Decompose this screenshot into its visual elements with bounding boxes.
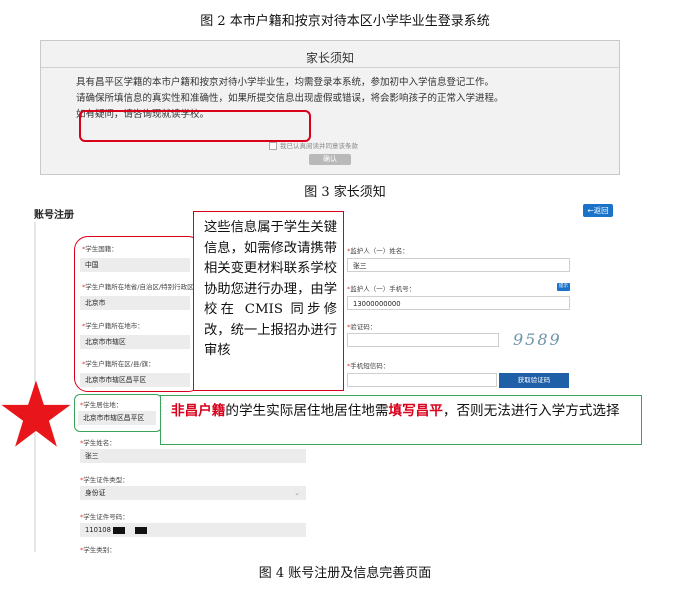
notice-title: 家长须知 xyxy=(305,51,354,65)
field-label-id-number: *学生证件号码： xyxy=(80,513,129,521)
agree-checkbox[interactable]: 我已认真阅读并同意该条款 xyxy=(269,140,358,150)
field-label-student-category: *学生类别： xyxy=(80,546,116,554)
confirm-button[interactable]: 确认 xyxy=(309,154,351,165)
figure-2-caption: 图 2 本市户籍和按京对待本区小学毕业生登录系统 xyxy=(200,14,490,29)
field-label-guardian-phone: *监护人（一）手机号： xyxy=(347,285,416,293)
key-info-note: 这些信息属于学生关键信息，如需修改请携带相关变更材料联系学校协助您进行办理，由学… xyxy=(193,211,344,391)
highlight-box xyxy=(74,394,162,432)
divider xyxy=(41,67,619,68)
highlight-box xyxy=(74,236,202,392)
back-label: 返回 xyxy=(593,206,609,215)
field-label-guardian-name: *监护人（一）姓名： xyxy=(347,247,409,255)
captcha-input[interactable] xyxy=(347,333,499,347)
redaction-mark xyxy=(134,526,147,534)
field-label-captcha: *验证码： xyxy=(347,323,377,331)
tip-badge[interactable]: 提示 xyxy=(557,283,570,291)
chevron-down-icon: ⌄ xyxy=(294,489,300,497)
sms-code-input[interactable] xyxy=(347,373,497,387)
highlight-box xyxy=(79,110,311,142)
redaction-mark xyxy=(112,526,125,534)
field-label-sms-code: *手机短信码： xyxy=(347,362,390,370)
notice-paragraph: 请确保所填信息的真实性和准确性，如果所提交信息出现虚假或错误，将会影响孩子的正常… xyxy=(76,93,504,104)
star-icon xyxy=(1,380,71,447)
guardian-name-input[interactable]: 张三 xyxy=(347,258,570,272)
get-sms-code-button[interactable]: 获取验证码 xyxy=(499,373,569,388)
id-number-input[interactable]: 110108 xyxy=(80,523,306,537)
captcha-image[interactable]: 9589 xyxy=(513,330,562,349)
student-name-input[interactable]: 张三 xyxy=(80,449,306,463)
residence-note: 非昌户籍的学生实际居住地居住地需填写昌平，否则无法进行入学方式选择 xyxy=(160,395,642,445)
id-type-select[interactable]: 身份证 ⌄ xyxy=(80,486,306,500)
parent-notice-panel: 家长须知 具有昌平区学籍的本市户籍和按京对待小学毕业生，均需登录本系统，参加初中… xyxy=(40,40,620,175)
guardian-phone-input[interactable]: 13000000000 xyxy=(347,296,570,310)
page-title: 账号注册 xyxy=(34,210,74,221)
notice-paragraph: 具有昌平区学籍的本市户籍和按京对待小学毕业生，均需登录本系统，参加初中入学信息登… xyxy=(76,77,495,88)
checkbox-icon[interactable] xyxy=(269,142,277,150)
figure-3-caption: 图 3 家长须知 xyxy=(304,185,386,200)
figure-4-caption: 图 4 账号注册及信息完善页面 xyxy=(258,566,432,581)
back-button[interactable]: ←返回 xyxy=(583,204,613,217)
agree-label: 我已认真阅读并同意该条款 xyxy=(280,142,358,150)
field-label-id-type: *学生证件类型： xyxy=(80,476,129,484)
field-label-student-name: *学生姓名： xyxy=(80,439,116,447)
